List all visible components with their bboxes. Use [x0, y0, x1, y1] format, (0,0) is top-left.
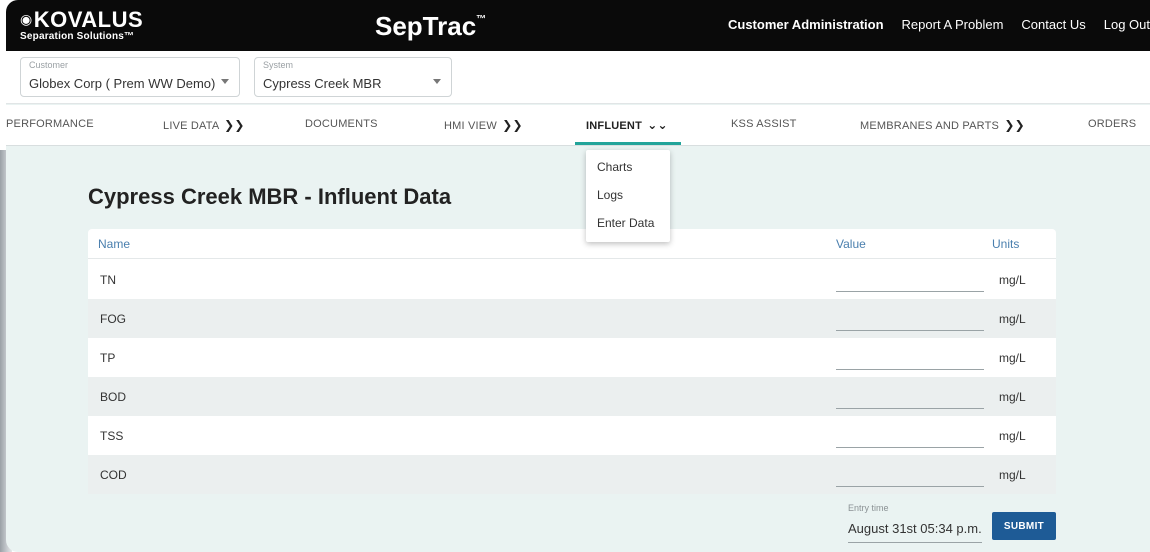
tab-kss-assist[interactable]: KSS ASSIST — [731, 118, 797, 130]
entry-time-field[interactable]: Entry time August 31st 05:34 p.m. — [848, 503, 982, 543]
tab-label: DOCUMENTS — [305, 118, 378, 130]
row-name: BOD — [100, 390, 127, 404]
table-row: TSS mg/L — [88, 416, 1056, 455]
tab-label: ORDERS — [1088, 118, 1137, 130]
row-name: TN — [100, 273, 116, 287]
logo-wordmark: ◉KOVALUS — [20, 8, 143, 31]
entry-time-value: August 31st 05:34 p.m. — [848, 521, 982, 536]
tab-label: HMI VIEW — [444, 120, 497, 132]
table-row: TP mg/L — [88, 338, 1056, 377]
top-links: Customer Administration Report A Problem… — [728, 17, 1150, 32]
app-frame: ◉KOVALUS Separation Solutions™ SepTrac™ … — [0, 0, 1150, 552]
chevron-down-icon — [433, 79, 441, 84]
double-chevron-right-icon: ❯❯ — [502, 118, 523, 132]
double-chevron-right-icon: ❯❯ — [224, 118, 245, 132]
chevron-down-icon — [221, 79, 229, 84]
tab-label: INFLUENT — [586, 120, 642, 132]
tab-live-data[interactable]: LIVE DATA ❯❯ — [163, 118, 245, 132]
influent-data-table: Name Value Units TN mg/L FOG mg/L TP mg/… — [88, 229, 1056, 494]
logo-mark-icon: ◉ — [20, 11, 33, 27]
log-out-link[interactable]: Log Out — [1104, 17, 1150, 32]
row-units: mg/L — [999, 390, 1026, 404]
customer-select-value: Globex Corp ( Prem WW Demo) — [29, 76, 216, 91]
double-chevron-right-icon: ❯❯ — [1004, 118, 1025, 132]
table-row: FOG mg/L — [88, 299, 1056, 338]
row-units: mg/L — [999, 429, 1026, 443]
submit-button[interactable]: SUBMIT — [992, 512, 1056, 540]
row-units: mg/L — [999, 351, 1026, 365]
top-bar: ◉KOVALUS Separation Solutions™ SepTrac™ … — [6, 0, 1150, 51]
system-select-value: Cypress Creek MBR — [263, 76, 382, 91]
page-title: Cypress Creek MBR - Influent Data — [88, 184, 452, 209]
row-units: mg/L — [999, 312, 1026, 326]
system-select-label: System — [263, 60, 294, 70]
value-input-tn[interactable] — [836, 268, 984, 292]
column-header-value: Value — [836, 237, 866, 251]
tab-label: LIVE DATA — [163, 120, 219, 132]
customer-select-label: Customer — [29, 60, 69, 70]
contact-us-link[interactable]: Contact Us — [1021, 17, 1085, 32]
app-title-tm: ™ — [476, 14, 487, 25]
system-select[interactable]: System Cypress Creek MBR — [254, 57, 452, 97]
tab-orders[interactable]: ORDERS — [1088, 118, 1136, 130]
app-title: SepTrac™ — [375, 11, 486, 42]
app-screen: ◉KOVALUS Separation Solutions™ SepTrac™ … — [6, 0, 1150, 552]
row-name: TSS — [100, 429, 124, 443]
column-header-name: Name — [98, 237, 131, 251]
table-row: COD mg/L — [88, 455, 1056, 494]
kovalus-logo[interactable]: ◉KOVALUS Separation Solutions™ — [20, 8, 143, 43]
row-name: TP — [100, 351, 116, 365]
menu-item-enter-data[interactable]: Enter Data — [597, 216, 654, 230]
table-header: Name Value Units — [88, 229, 1056, 259]
row-units: mg/L — [999, 273, 1026, 287]
row-units: mg/L — [999, 468, 1026, 482]
tab-documents[interactable]: DOCUMENTS — [305, 118, 378, 130]
column-header-units: Units — [992, 237, 1020, 251]
app-title-text: SepTrac — [375, 11, 477, 41]
customer-administration-link[interactable]: Customer Administration — [728, 17, 884, 32]
tab-performance[interactable]: PERFORMANCE — [6, 118, 94, 130]
entry-time-label: Entry time — [848, 503, 889, 513]
value-input-tp[interactable] — [836, 346, 984, 370]
selector-row: Customer Globex Corp ( Prem WW Demo) Sys… — [6, 51, 1150, 104]
influent-dropdown-menu: Charts Logs Enter Data — [586, 150, 670, 242]
value-input-tss[interactable] — [836, 424, 984, 448]
table-row: TN mg/L — [88, 260, 1056, 299]
tab-membranes-and-parts[interactable]: MEMBRANES AND PARTS ❯❯ — [860, 118, 1025, 132]
menu-item-charts[interactable]: Charts — [597, 160, 632, 174]
double-chevron-down-icon: ⌄⌄ — [647, 118, 668, 132]
value-input-fog[interactable] — [836, 307, 984, 331]
tab-hmi-view[interactable]: HMI VIEW ❯❯ — [444, 118, 523, 132]
value-input-bod[interactable] — [836, 385, 984, 409]
customer-select[interactable]: Customer Globex Corp ( Prem WW Demo) — [20, 57, 240, 97]
row-name: COD — [100, 468, 127, 482]
main-nav: PERFORMANCE LIVE DATA ❯❯ DOCUMENTS HMI V… — [6, 105, 1150, 146]
active-tab-indicator — [575, 142, 681, 145]
logo-main-text: KOVALUS — [33, 7, 144, 32]
menu-item-logs[interactable]: Logs — [597, 188, 623, 202]
value-input-cod[interactable] — [836, 463, 984, 487]
tab-label: MEMBRANES AND PARTS — [860, 120, 1000, 132]
tab-label: KSS ASSIST — [731, 118, 797, 130]
logo-subtitle: Separation Solutions™ — [20, 31, 135, 42]
row-name: FOG — [100, 312, 126, 326]
tab-influent[interactable]: INFLUENT ⌄⌄ — [586, 118, 668, 132]
report-problem-link[interactable]: Report A Problem — [902, 17, 1004, 32]
table-row: BOD mg/L — [88, 377, 1056, 416]
tab-label: PERFORMANCE — [6, 118, 94, 130]
